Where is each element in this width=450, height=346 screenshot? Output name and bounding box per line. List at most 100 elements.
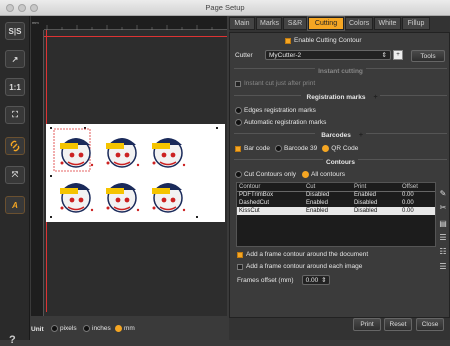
- frame-around-each-image-checkbox[interactable]: Add a frame contour around each image: [237, 263, 362, 270]
- table-row[interactable]: DashedCut Enabled Disabled 0.00: [237, 199, 435, 207]
- tab-main[interactable]: Main: [229, 17, 255, 30]
- unit-option-pixels[interactable]: pixels: [51, 325, 77, 332]
- list-settings-icon[interactable]: ☷: [438, 247, 448, 257]
- column-header[interactable]: Cut: [303, 183, 352, 192]
- checkbox-checked-icon: [285, 37, 291, 44]
- window-title: Page Setup: [205, 3, 245, 12]
- table-cell: Disabled: [353, 200, 378, 206]
- list-icon[interactable]: ☰: [438, 233, 448, 243]
- vertical-ruler: [31, 30, 44, 316]
- close-button[interactable]: Close: [416, 318, 444, 331]
- radio-icon: [235, 107, 242, 114]
- cut-contours-only-radio[interactable]: Cut Contours only: [235, 171, 296, 178]
- new-document-icon[interactable]: +: [393, 50, 403, 60]
- cutter-select[interactable]: MyCutter-2 ⇕: [265, 50, 391, 60]
- table-cell: Enabled: [303, 207, 352, 215]
- checkbox-icon: [235, 80, 241, 87]
- checkbox-icon: [237, 263, 243, 270]
- auto-text-icon[interactable]: A: [5, 196, 25, 214]
- barcode-39-radio[interactable]: Barcode 39: [275, 145, 317, 152]
- add-icon[interactable]: +: [355, 132, 363, 140]
- sticker-image[interactable]: [100, 129, 144, 173]
- checkbox-checked-icon: [235, 145, 241, 152]
- margin-guide-horizontal: [44, 36, 227, 37]
- fit-content-icon[interactable]: ⤧: [5, 166, 25, 184]
- document-page[interactable]: [46, 124, 225, 222]
- tab-marks[interactable]: Marks: [256, 17, 282, 30]
- help-icon[interactable]: ?: [9, 334, 16, 346]
- bar-code-checkbox[interactable]: Bar code: [235, 145, 270, 152]
- table-cell: Enabled: [353, 192, 376, 199]
- print-icon[interactable]: ▤: [438, 219, 448, 229]
- edges-registration-radio[interactable]: Edges registration marks: [235, 107, 316, 114]
- radio-icon: [235, 119, 242, 126]
- instant-cut-checkbox[interactable]: Instant cut just after print: [235, 80, 315, 87]
- radio-selected-icon: [302, 171, 310, 178]
- contour-table[interactable]: Contour Cut Print Offset PDFTrimBox Disa…: [236, 182, 436, 247]
- tab-fillup[interactable]: Fillup: [402, 17, 430, 30]
- tab-white[interactable]: White: [374, 17, 401, 30]
- radio-icon: [83, 325, 90, 332]
- table-cell: Disabled: [351, 207, 400, 215]
- table-cell: DashedCut: [239, 200, 270, 206]
- tool-sidebar: S|S ↗ 1:1 ⛶ ⤧ A ?: [0, 16, 30, 346]
- horizontal-ruler: [44, 16, 227, 30]
- radio-selected-icon: [322, 145, 330, 152]
- sticker-image[interactable]: [146, 174, 190, 218]
- table-row-selected[interactable]: KissCut Enabled Disabled 0.00: [237, 207, 435, 215]
- radio-icon: [235, 171, 242, 178]
- column-header[interactable]: Print: [351, 183, 400, 192]
- print-button[interactable]: Print: [353, 318, 381, 331]
- frame-around-document-checkbox[interactable]: Add a frame contour around the document: [237, 251, 368, 258]
- unit-selector: Unit pixels inches mm: [31, 316, 227, 340]
- column-header[interactable]: Offset: [400, 183, 435, 192]
- add-icon[interactable]: +: [370, 94, 378, 102]
- table-cell: 0.00: [400, 207, 435, 215]
- automatic-registration-radio[interactable]: Automatic registration marks: [235, 119, 326, 126]
- tab-colors[interactable]: Colors: [345, 17, 373, 30]
- unit-label: Unit: [31, 326, 44, 333]
- table-cell: Enabled: [305, 200, 328, 206]
- cutter-label: Cutter: [235, 51, 253, 59]
- unit-option-mm[interactable]: mm: [115, 325, 135, 332]
- cutting-tab-content: Enable Cutting Contour Cutter MyCutter-2…: [229, 32, 450, 318]
- frames-offset-label: Frames offset (mm): [237, 276, 294, 284]
- contours-section: Contours: [234, 159, 447, 169]
- sticker-image[interactable]: [146, 129, 190, 173]
- list-add-icon[interactable]: ☰: [438, 262, 448, 272]
- table-cell: Disabled: [305, 192, 330, 199]
- barcodes-section: Barcodes +: [234, 132, 447, 143]
- sticker-image[interactable]: [54, 129, 98, 173]
- export-icon[interactable]: ↗: [5, 50, 25, 68]
- chevron-down-icon: ⇕: [381, 52, 387, 59]
- sticker-image[interactable]: [100, 174, 144, 218]
- table-row[interactable]: PDFTrimBox Disabled Enabled 0.00: [237, 191, 435, 199]
- tab-cutting[interactable]: Cutting: [307, 16, 345, 31]
- preview-canvas[interactable]: mm: [31, 16, 227, 316]
- one-to-one-icon[interactable]: 1:1: [5, 78, 25, 96]
- fit-page-icon[interactable]: ⛶: [5, 106, 25, 124]
- qr-code-radio[interactable]: QR Code: [322, 145, 358, 152]
- checkbox-checked-icon: [237, 251, 243, 258]
- enable-cutting-checkbox[interactable]: Enable Cutting Contour: [285, 37, 362, 44]
- radio-icon: [51, 325, 58, 332]
- reset-button[interactable]: Reset: [384, 318, 412, 331]
- scissors-icon[interactable]: ✂: [438, 203, 448, 213]
- tab-s-and-r[interactable]: S&R: [283, 17, 307, 30]
- all-contours-radio[interactable]: All contours: [302, 171, 345, 178]
- split-icon[interactable]: S|S: [5, 22, 25, 40]
- instant-cutting-section: Instant cutting: [234, 68, 447, 78]
- settings-panel: Main Marks S&R Cutting Colors White Fill…: [229, 16, 450, 340]
- sticker-image[interactable]: [54, 174, 98, 218]
- title-bar: Page Setup: [0, 0, 450, 16]
- radio-selected-icon: [115, 325, 122, 332]
- column-header[interactable]: Contour: [237, 183, 304, 192]
- unit-option-inches[interactable]: inches: [83, 325, 111, 332]
- pencil-icon[interactable]: ✎: [438, 189, 448, 199]
- radio-icon: [275, 145, 283, 152]
- registration-marks-section: Registration marks +: [234, 94, 447, 105]
- tools-button[interactable]: Tools: [411, 50, 445, 62]
- frames-offset-input[interactable]: 0.00 ⇕: [301, 275, 330, 285]
- stepper-icon: ⇕: [321, 277, 327, 284]
- link-icon[interactable]: [5, 137, 25, 155]
